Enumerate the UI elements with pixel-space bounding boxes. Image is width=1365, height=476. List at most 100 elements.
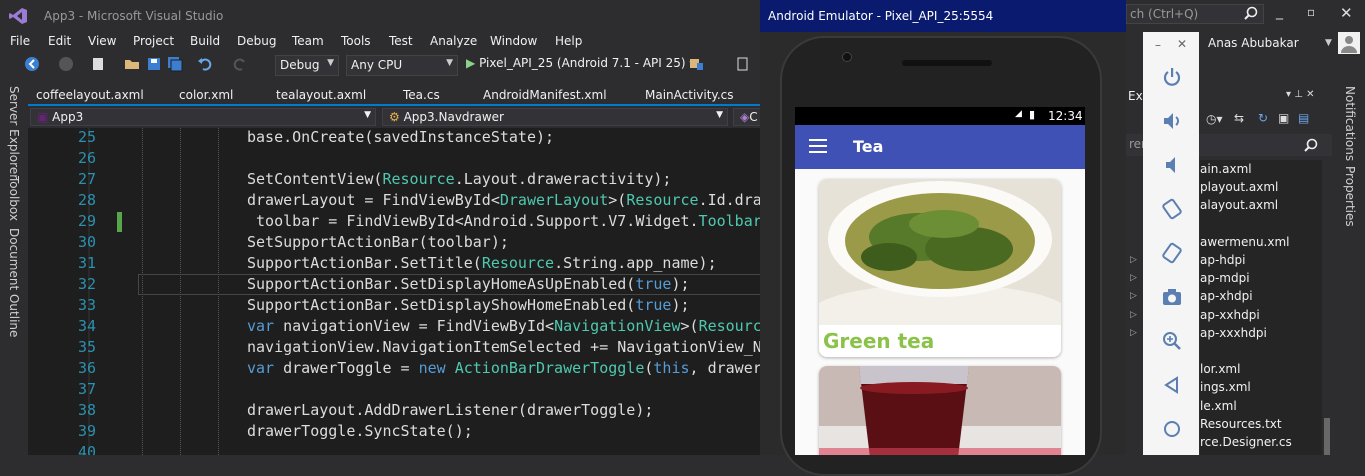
minimize-icon[interactable]: _ (1276, 4, 1283, 20)
tree-item[interactable]: ap-xhdpi (1200, 289, 1253, 303)
code-line[interactable]: 27 SetContentView(Resource.Layout.drawera… (28, 170, 762, 191)
code-text[interactable]: SupportActionBar.SetDisplayShowHomeEnabl… (247, 296, 690, 314)
tree-item[interactable]: lor.xml (1200, 362, 1240, 376)
search-icon[interactable] (1244, 6, 1258, 20)
open-folder-icon[interactable] (124, 56, 140, 72)
tree-item[interactable]: awermenu.xml (1200, 235, 1290, 249)
code-line[interactable]: 38 drawerLayout.AddDrawerListener(drawerT… (28, 401, 762, 422)
tea-card[interactable] (819, 366, 1061, 455)
code-line[interactable]: 35 navigationView.NavigationItemSelected … (28, 338, 762, 359)
tab-coffeelayout[interactable]: coffeelayout.axml (36, 88, 144, 102)
document-outline-tab[interactable]: Document Outline (7, 228, 21, 337)
toolbox-tab[interactable]: Toolbox (7, 176, 21, 221)
undo-icon[interactable] (197, 56, 213, 72)
minimize-icon[interactable]: – (1155, 38, 1161, 52)
code-text[interactable]: SetSupportActionBar(toolbar); (247, 233, 509, 251)
code-line[interactable]: 29 toolbar = FindViewById<Android.Suppor… (28, 212, 762, 233)
rotate-right-icon[interactable] (1161, 242, 1183, 264)
tree-item[interactable]: ings.xml (1200, 380, 1251, 394)
code-text[interactable]: SupportActionBar.SetTitle(Resource.Strin… (247, 254, 717, 272)
code-text[interactable]: navigationView.NavigationItemSelected +=… (247, 338, 762, 356)
tree-item[interactable]: ap-hdpi (1200, 253, 1245, 267)
menu-project[interactable]: Project (133, 34, 174, 48)
restore-icon[interactable]: ▫ (1307, 5, 1315, 19)
platform-select[interactable]: Any CPU ▼ (346, 55, 458, 76)
code-text[interactable]: toolbar = FindViewById<Android.Support.V… (247, 212, 762, 230)
new-project-icon[interactable] (90, 56, 106, 72)
code-line[interactable]: 30 SetSupportActionBar(toolbar); (28, 233, 762, 254)
menu-edit[interactable]: Edit (48, 34, 71, 48)
save-all-icon[interactable] (167, 56, 183, 72)
camera-icon[interactable] (1161, 286, 1183, 308)
menu-team[interactable]: Team (292, 34, 324, 48)
code-line[interactable]: 31 SupportActionBar.SetTitle(Resource.Str… (28, 254, 762, 275)
member-dropdown[interactable]: ◈C (733, 108, 763, 126)
history-icon[interactable]: ◷▾ (1206, 112, 1223, 126)
code-text[interactable]: drawerLayout.AddDrawerListener(drawerTog… (247, 401, 653, 419)
code-line[interactable]: 28 drawerLayout = FindViewById<DrawerLayo… (28, 191, 762, 212)
code-text[interactable]: SupportActionBar.SetDisplayHomeAsUpEnabl… (247, 275, 690, 293)
close-icon[interactable]: ✕ (1340, 4, 1353, 22)
code-line[interactable]: 36 var drawerToggle = new ActionBarDrawer… (28, 359, 762, 380)
project-dropdown[interactable]: ▣ App3 ▼ (30, 108, 376, 126)
code-line[interactable]: 40 (28, 443, 762, 455)
code-text[interactable]: drawerToggle.SyncState(); (247, 422, 473, 440)
menu-test[interactable]: Test (389, 34, 413, 48)
device-log-icon[interactable] (735, 56, 751, 72)
chevron-down-icon[interactable]: ▼ (1325, 38, 1332, 48)
search-icon[interactable] (1304, 138, 1318, 152)
home-circle-icon[interactable] (1161, 418, 1183, 440)
code-line[interactable]: 26 (28, 149, 762, 170)
tab-androidmanifest[interactable]: AndroidManifest.xml (483, 88, 607, 102)
tree-item[interactable]: ap-mdpi (1200, 271, 1250, 285)
code-line[interactable]: 32 SupportActionBar.SetDisplayHomeAsUpEna… (28, 275, 762, 296)
power-icon[interactable] (1161, 66, 1183, 88)
menu-help[interactable]: Help (555, 34, 582, 48)
scrollbar[interactable] (1322, 160, 1332, 455)
tree-item[interactable]: ap-xxhdpi (1200, 308, 1260, 322)
scrollbar-thumb[interactable] (1324, 418, 1330, 455)
show-all-icon[interactable]: ▤ (1298, 111, 1309, 125)
forward-icon[interactable] (58, 56, 74, 72)
tab-mainactivity[interactable]: MainActivity.cs (645, 88, 733, 102)
expand-arrow-icon[interactable]: ▷ (1130, 255, 1137, 265)
tree-item[interactable]: Resources.txt (1200, 417, 1282, 431)
volume-up-icon[interactable] (1161, 110, 1183, 132)
android-device-icon[interactable] (688, 56, 704, 72)
code-text[interactable]: var drawerToggle = new ActionBarDrawerTo… (247, 359, 762, 377)
expand-arrow-icon[interactable]: ▷ (1130, 310, 1137, 320)
back-icon[interactable] (24, 56, 40, 72)
device-screen[interactable]: ◢ ▮ 12:34 Tea Green tea (795, 107, 1085, 455)
tree-item[interactable]: alayout.axml (1200, 198, 1278, 212)
collapse-icon[interactable]: ▣ (1278, 111, 1289, 125)
tab-tea-cs[interactable]: Tea.cs (403, 88, 440, 102)
sync-icon[interactable]: ⇆ (1234, 111, 1244, 125)
class-dropdown[interactable]: ⚙ App3.Navdrawer ▼ (382, 108, 728, 126)
zoom-icon[interactable] (1161, 330, 1183, 352)
code-line[interactable]: 34 var navigationView = FindViewById<Navi… (28, 317, 762, 338)
menu-debug[interactable]: Debug (237, 34, 276, 48)
code-line[interactable]: 37 (28, 380, 762, 401)
configuration-select[interactable]: Debug ▼ (275, 55, 339, 76)
tree-item[interactable]: playout.axml (1200, 180, 1278, 194)
server-explorer-tab[interactable]: Server Explorer (7, 86, 21, 179)
pin-icon[interactable]: ▾ ⊥ ✕ (1286, 89, 1314, 100)
user-account[interactable]: Anas Abubakar (1208, 36, 1299, 50)
menu-file[interactable]: File (10, 34, 30, 48)
code-text[interactable]: SetContentView(Resource.Layout.draweract… (247, 170, 671, 188)
notifications-tab[interactable]: Notifications (1343, 86, 1357, 161)
menu-window[interactable]: Window (490, 34, 537, 48)
code-line[interactable]: 25 base.OnCreate(savedInstanceState); (28, 128, 762, 149)
rotate-left-icon[interactable] (1161, 198, 1183, 220)
close-icon[interactable]: ✕ (1177, 37, 1187, 51)
code-text[interactable]: drawerLayout = FindViewById<DrawerLayout… (247, 191, 762, 209)
start-debugging-button[interactable]: ▶ Pixel_API_25 (Android 7.1 - API 25) ▼ (466, 56, 696, 70)
menu-view[interactable]: View (88, 34, 116, 48)
code-editor[interactable]: 25 base.OnCreate(savedInstanceState); 26 27… (28, 128, 762, 455)
menu-analyze[interactable]: Analyze (430, 34, 477, 48)
tree-item[interactable]: ain.axml (1200, 162, 1252, 176)
tab-tealayout[interactable]: tealayout.axml (276, 88, 366, 102)
volume-down-icon[interactable] (1161, 154, 1183, 176)
code-text[interactable]: var navigationView = FindViewById<Naviga… (247, 317, 762, 335)
tree-item[interactable]: ap-xxxhdpi (1200, 326, 1267, 340)
